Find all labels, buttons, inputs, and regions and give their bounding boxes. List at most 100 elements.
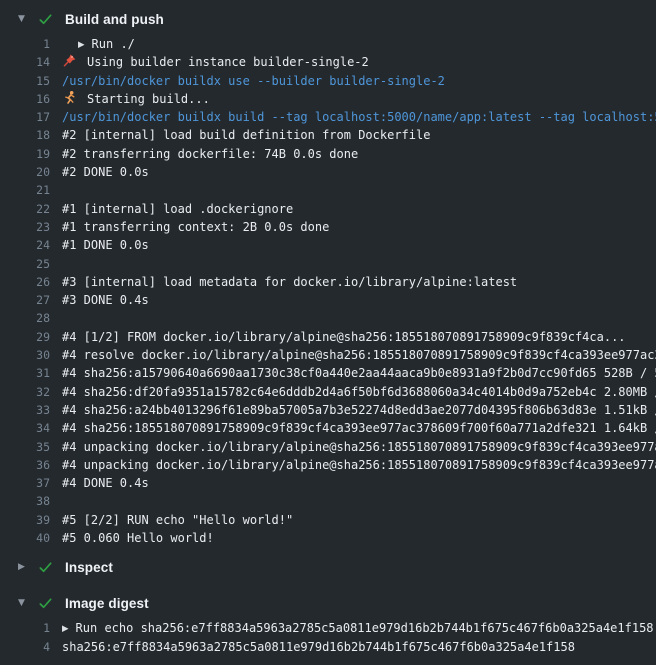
chevron-down-icon: ▼ [18,15,38,24]
line-number[interactable]: 34 [0,419,50,437]
line-number[interactable]: 15 [0,72,50,90]
log-line: 1▶Run ./ [0,35,656,53]
log-line: 34 #4 sha256:185518070891758909c9f839cf4c… [0,419,656,437]
log-section-inspect: ▶Inspect [0,556,656,578]
log-line-text: #3 DONE 0.4s [50,291,656,309]
chevron-right-icon[interactable]: ▶ [62,620,69,637]
log-line: 16 Starting build... [0,90,656,108]
log-group-command[interactable]: ▶Run ./ [50,35,656,53]
success-check-icon [38,596,65,611]
log-text: #1 [internal] load .dockerignore [62,202,293,216]
line-number[interactable]: 27 [0,291,50,309]
line-number[interactable]: 26 [0,273,50,291]
line-number[interactable]: 18 [0,126,50,144]
log-text: #4 sha256:a15790640a6690aa1730c38cf0a440… [62,366,656,380]
log-line-text: #1 [internal] load .dockerignore [50,200,656,218]
log-line-text: #4 sha256:a24bb4013296f61e89ba57005a7b3e… [50,401,656,419]
log-line-text: #4 DONE 0.4s [50,474,656,492]
log-line: 18#2 [internal] load build definition fr… [0,126,656,144]
section-header-inspect[interactable]: ▶Inspect [0,556,656,578]
log-text: Starting build... [87,92,210,106]
line-number[interactable]: 38 [0,492,50,510]
log-line-text [50,309,656,327]
log-text: /usr/bin/docker buildx use --builder bui… [62,74,445,88]
log-line: 19 #2 transferring dockerfile: 74B 0.0s d… [0,145,656,163]
section-header-image-digest[interactable]: ▼ Image digest [0,592,656,614]
log-line-text: /usr/bin/docker buildx build --tag local… [50,108,656,126]
log-line: 14Using builder instance builder-single-… [0,53,656,71]
log-line: 36 #4 unpacking docker.io/library/alpine@… [0,456,656,474]
log-line: 40 #5 0.060 Hello world! [0,529,656,547]
log-line: 15/usr/bin/docker buildx use --builder b… [0,72,656,90]
log-line: 1 ▶ Run echo sha256:e7ff8834a5963a2785c5a0… [0,619,656,637]
section-title: Build and push [65,12,164,27]
log-line-text: #4 sha256:a15790640a6690aa1730c38cf0a440… [50,364,656,382]
log-line-text: #1 DONE 0.0s [50,236,656,254]
line-number[interactable]: 16 [0,90,50,108]
log-line-text [50,492,656,510]
line-number[interactable]: 37 [0,474,50,492]
section-title: Image digest [65,596,149,611]
line-number[interactable]: 25 [0,255,50,273]
log-line: 21 [0,181,656,199]
line-number[interactable]: 33 [0,401,50,419]
log-text: #4 unpacking docker.io/library/alpine@sh… [62,458,656,472]
log-line-text: #4 unpacking docker.io/library/alpine@sh… [50,456,656,474]
line-number[interactable]: 1 [0,35,50,53]
line-number[interactable]: 39 [0,511,50,529]
line-number[interactable]: 30 [0,346,50,364]
log-text: Run echo sha256:e7ff8834a5963a2785c5a081… [76,621,654,635]
line-number[interactable]: 28 [0,309,50,327]
log-line-text: #5 0.060 Hello world! [50,529,656,547]
log-text: #3 [internal] load metadata for docker.i… [62,275,517,289]
line-number[interactable]: 17 [0,108,50,126]
log-line-text: #2 transferring dockerfile: 74B 0.0s don… [50,145,656,163]
log-text: #4 DONE 0.4s [62,476,149,490]
line-number[interactable]: 31 [0,364,50,382]
line-number[interactable]: 20 [0,163,50,181]
line-number[interactable]: 35 [0,438,50,456]
log-line-text [50,255,656,273]
log-text: #4 sha256:185518070891758909c9f839cf4ca3… [62,421,656,435]
line-number[interactable]: 19 [0,145,50,163]
line-number[interactable]: 14 [0,53,50,71]
log-line-text: Using builder instance builder-single-2 [50,53,656,71]
runner-icon [62,90,78,108]
success-check-icon [38,12,65,27]
log-text: #3 DONE 0.4s [62,293,149,307]
line-number[interactable]: 36 [0,456,50,474]
line-number[interactable]: 21 [0,181,50,199]
log-group-command[interactable]: ▶ Run echo sha256:e7ff8834a5963a2785c5a08… [50,619,656,637]
log-section-image-digest: ▼ Image digest 1 ▶ Run echo sha256:e7ff8834a… [0,592,656,665]
line-number[interactable]: 24 [0,236,50,254]
log-line-text: #3 [internal] load metadata for docker.i… [50,273,656,291]
log-text: #1 DONE 0.0s [62,238,149,252]
log-line: 29#4 [1/2] FROM docker.io/library/alpine… [0,328,656,346]
log-line: 27 #3 DONE 0.4s [0,291,656,309]
log-line: 30#4 resolve docker.io/library/alpine@sh… [0,346,656,364]
line-number[interactable]: 4 [0,638,50,656]
log-text: #4 sha256:a24bb4013296f61e89ba57005a7b3e… [62,403,656,417]
line-number[interactable]: 40 [0,529,50,547]
log-text: /usr/bin/docker buildx build --tag local… [62,110,656,124]
line-number[interactable]: 22 [0,200,50,218]
chevron-right-icon: ▶ [18,563,38,572]
log-line: 28 [0,309,656,327]
log-text: #2 transferring dockerfile: 74B 0.0s don… [62,147,358,161]
log-line: 23#1 transferring context: 2B 0.0s done [0,218,656,236]
log-text: #5 0.060 Hello world! [62,531,214,545]
log-line-text: #5 [2/2] RUN echo "Hello world!" [50,511,656,529]
line-number[interactable]: 32 [0,383,50,401]
line-number[interactable]: 29 [0,328,50,346]
log-text: #4 sha256:df20fa9351a15782c64e6dddb2d4a6… [62,385,656,399]
section-header-build-and-push[interactable]: ▼ Build and push [0,8,656,30]
success-check-icon [38,560,65,575]
chevron-down-icon: ▼ [18,599,38,608]
chevron-right-icon[interactable]: ▶ [78,36,85,53]
log-line-text: #4 sha256:185518070891758909c9f839cf4ca3… [50,419,656,437]
log-line: 20#2 DONE 0.0s [0,163,656,181]
line-number[interactable]: 23 [0,218,50,236]
log-line-text: #1 transferring context: 2B 0.0s done [50,218,656,236]
log-line: 39#5 [2/2] RUN echo "Hello world!" [0,511,656,529]
line-number[interactable]: 1 [0,619,50,637]
